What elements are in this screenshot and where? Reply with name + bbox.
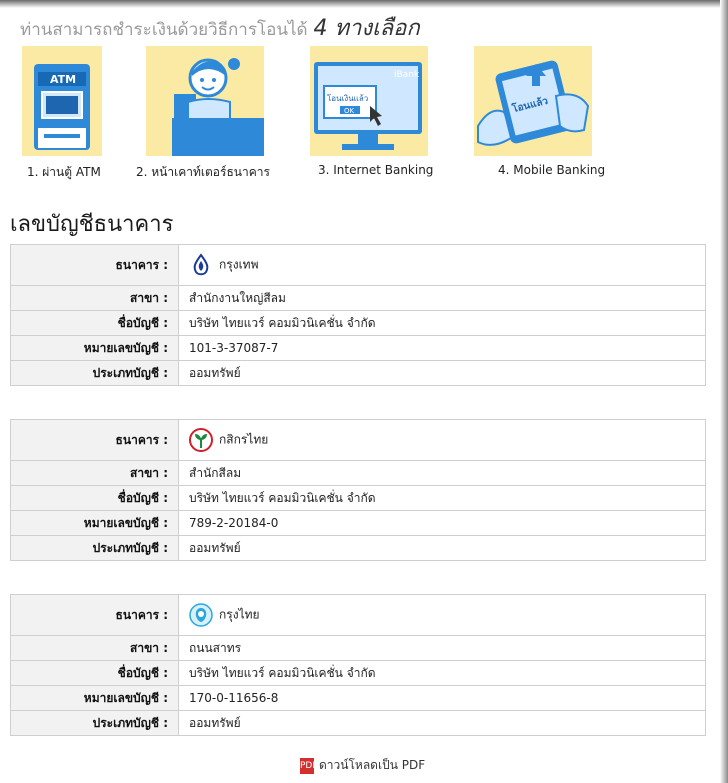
method-label: 3. Internet Banking (318, 163, 434, 177)
internet-banking-icon: iBank โอนเงินแล้ว OK (310, 46, 428, 156)
bank-name-cell: กสิกรไทย (178, 419, 706, 461)
download-pdf-link[interactable]: PDFดาวน์โหลดเป็น PDF (300, 756, 425, 775)
branch-label: สาขา : (10, 285, 179, 311)
account-number-value: 101-3-37087-7 (178, 335, 706, 361)
account-name-value: บริษัท ไทยแวร์ คอมมิวนิเคชั่น จำกัด (178, 485, 706, 511)
method-internet-banking: iBank โอนเงินแล้ว OK 3. Internet Banking (310, 46, 460, 177)
krungthai-bank-logo (189, 603, 213, 627)
bank-label: ธนาคาร : (10, 244, 179, 286)
account-number-label: หมายเลขบัญชี : (10, 510, 179, 536)
headline-emphasis: 4 ทางเลือก (313, 16, 420, 41)
account-number-value: 170-0-11656-8 (178, 685, 706, 711)
account-name-label: ชื่อบัญชี : (10, 485, 179, 511)
bank-name: กสิกรไทย (219, 432, 269, 447)
pdf-icon: PDF (300, 757, 318, 774)
account-type-value: ออมทรัพย์ (178, 710, 706, 736)
ibank-art-ok: OK (344, 107, 355, 115)
bank-label: ธนาคาร : (10, 594, 179, 636)
bank-name-cell: กรุงเทพ (178, 244, 706, 286)
bank-label: ธนาคาร : (10, 419, 179, 461)
account-type-label: ประเภทบัญชี : (10, 535, 179, 561)
ibank-art-message: โอนเงินแล้ว (327, 94, 369, 103)
bank-name-cell: กรุงไทย (178, 594, 706, 636)
account-type-label: ประเภทบัญชี : (10, 360, 179, 386)
account-type-value: ออมทรัพย์ (178, 360, 706, 386)
account-type-label: ประเภทบัญชี : (10, 710, 179, 736)
branch-value: ถนนสาทร (178, 635, 706, 661)
mobile-banking-icon: โอนแล้ว (474, 46, 592, 156)
bank-name: กรุงไทย (219, 607, 260, 622)
right-scroll-shadow (720, 0, 728, 783)
account-name-value: บริษัท ไทยแวร์ คอมมิวนิเคชั่น จำกัด (178, 660, 706, 686)
headline-text: ท่านสามารถชำระเงินด้วยวิธีการโอนได้ (20, 20, 308, 40)
method-mobile-banking: โอนแล้ว 4. Mobile Banking (474, 46, 624, 177)
method-label: 2. หน้าเคาท์เตอร์ธนาคาร (136, 165, 270, 179)
bangkok-bank-logo (189, 253, 213, 277)
account-number-label: หมายเลขบัญชี : (10, 335, 179, 361)
account-type-value: ออมทรัพย์ (178, 535, 706, 561)
payment-headline: ท่านสามารถชำระเงินด้วยวิธีการโอนได้ 4 ทาง… (20, 10, 420, 45)
account-name-label: ชื่อบัญชี : (10, 310, 179, 336)
atm-icon: ATM (22, 46, 102, 156)
account-name-value: บริษัท ไทยแวร์ คอมมิวนิเคชั่น จำกัด (178, 310, 706, 336)
method-label: 4. Mobile Banking (498, 163, 606, 177)
top-shadow (0, 0, 728, 8)
kasikorn-bank-logo (189, 428, 213, 452)
branch-value: สำนักงานใหญ่สีลม (178, 285, 706, 311)
account-number-value: 789-2-20184-0 (178, 510, 706, 536)
branch-label: สาขา : (10, 460, 179, 486)
bank-counter-icon (146, 46, 264, 156)
atm-art-label: ATM (50, 73, 77, 86)
bank-table-krungthai: ธนาคาร : กรุงไทย สาขา : ถนนสาทร ชื่อบัญชี… (10, 594, 706, 736)
account-number-label: หมายเลขบัญชี : (10, 685, 179, 711)
branch-label: สาขา : (10, 635, 179, 661)
bank-table-kasikorn: ธนาคาร : กสิกรไทย สาขา : สำนักสีลม ชื่อบั… (10, 419, 706, 561)
method-counter: 2. หน้าเคาท์เตอร์ธนาคาร (136, 46, 296, 182)
section-title: เลขบัญชีธนาคาร (10, 212, 174, 237)
account-name-label: ชื่อบัญชี : (10, 660, 179, 686)
bank-name: กรุงเทพ (219, 257, 259, 272)
download-pdf-label: ดาวน์โหลดเป็น PDF (319, 758, 426, 772)
bank-table-bangkok: ธนาคาร : กรุงเทพ สาขา : สำนักงานใหญ่สีลม … (10, 244, 706, 386)
ibank-art-label: iBank (394, 70, 420, 80)
branch-value: สำนักสีลม (178, 460, 706, 486)
